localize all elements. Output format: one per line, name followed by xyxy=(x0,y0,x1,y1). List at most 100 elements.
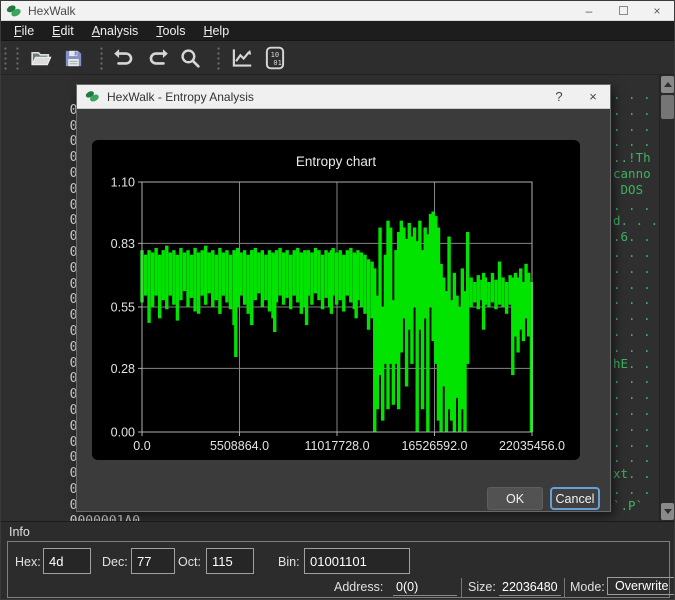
entropy-chart-panel: Entropy chart 0.000.280.550.831.100.0550… xyxy=(92,140,580,460)
mode-value: Overwrite xyxy=(607,577,675,595)
toolbar-grip-handle[interactable] xyxy=(99,46,104,70)
size-value: 22036480 xyxy=(499,580,561,596)
hex-field-label: Hex: xyxy=(15,555,41,569)
dialog-help-button[interactable]: ? xyxy=(542,85,576,109)
svg-text:5508864.0: 5508864.0 xyxy=(210,439,269,453)
minimize-button[interactable]: – xyxy=(572,1,606,20)
ascii-preview: . . . . xyxy=(613,134,661,150)
menu-help[interactable]: Help xyxy=(194,22,238,40)
bin-field[interactable] xyxy=(304,548,410,574)
status-bar: Address: 0(0) Size: 22036480 Mode: Overw… xyxy=(1,580,675,598)
app-window: HexWalk – × File Edit Analysis Tools Hel… xyxy=(0,0,675,600)
scroll-up-button[interactable] xyxy=(661,76,674,93)
search-icon xyxy=(178,46,203,71)
entropy-chart-button[interactable] xyxy=(228,45,255,72)
svg-text:22035456.0: 22035456.0 xyxy=(499,439,565,453)
menu-tools[interactable]: Tools xyxy=(147,22,194,40)
svg-text:16526592.0: 16526592.0 xyxy=(401,439,467,453)
ok-button[interactable]: OK xyxy=(487,487,543,510)
status-separator xyxy=(461,578,462,598)
ascii-preview: . . . . xyxy=(613,482,661,498)
ascii-preview: . . . . xyxy=(613,371,661,387)
dialog-close-button[interactable]: × xyxy=(576,85,610,109)
maximize-button[interactable] xyxy=(606,1,640,20)
ascii-preview: ..!Th xyxy=(613,150,651,166)
ascii-preview: . . . . xyxy=(613,387,661,403)
ascii-preview: . . . . xyxy=(613,292,661,308)
chart-icon xyxy=(229,45,255,71)
svg-text:0.55: 0.55 xyxy=(111,301,135,315)
svg-text:0.83: 0.83 xyxy=(111,237,135,251)
scrollbar-thumb[interactable] xyxy=(661,95,674,119)
ascii-preview: . . . . xyxy=(613,103,661,119)
ascii-preview: xt. . xyxy=(613,466,651,482)
svg-text:0.0: 0.0 xyxy=(133,439,150,453)
titlebar: HexWalk – × xyxy=(1,1,674,21)
ascii-preview: d. . . xyxy=(613,213,658,229)
ascii-preview: . . . . xyxy=(613,87,661,103)
maximize-icon xyxy=(619,6,628,15)
scroll-down-button[interactable] xyxy=(661,503,674,520)
ascii-preview: DOS xyxy=(613,182,651,198)
save-icon xyxy=(62,47,85,70)
window-title: HexWalk xyxy=(28,4,76,18)
size-label: Size: xyxy=(468,580,496,594)
ascii-preview: . . . . xyxy=(613,308,661,324)
dec-field-label: Dec: xyxy=(102,555,128,569)
undo-button[interactable] xyxy=(111,45,138,72)
svg-text:11017728.0: 11017728.0 xyxy=(304,439,369,453)
binary-icon: 10 01 xyxy=(262,45,288,71)
ascii-preview: . . . . xyxy=(613,435,661,451)
ascii-preview: `.P` xyxy=(613,498,643,514)
ascii-preview: .6. . xyxy=(613,229,651,245)
ascii-preview: . . . . xyxy=(613,245,661,261)
hex-row-last[interactable]: 0000001B02F 64 61 74 61 00 00 00 F0 79 0… xyxy=(7,513,660,521)
ascii-preview: . . . . xyxy=(613,403,661,419)
bin-field-label: Bin: xyxy=(278,555,300,569)
toolbar-grip-handle[interactable] xyxy=(216,46,221,70)
address-value: 0(0) xyxy=(393,580,457,596)
toolbar-grip-handle[interactable] xyxy=(15,46,20,70)
status-separator xyxy=(564,578,565,598)
ascii-preview: . . . . xyxy=(613,450,661,466)
menu-file[interactable]: File xyxy=(5,22,43,40)
undo-icon xyxy=(112,46,137,71)
menu-edit[interactable]: Edit xyxy=(43,22,83,40)
ascii-preview: . . . . xyxy=(613,261,661,277)
ascii-preview: . . . . xyxy=(613,340,661,356)
binary-view-button[interactable]: 10 01 xyxy=(261,45,288,72)
menu-analysis[interactable]: Analysis xyxy=(83,22,148,40)
hex-field[interactable] xyxy=(43,548,91,574)
scroll-down-icon xyxy=(664,509,672,514)
address-label: Address: xyxy=(334,580,383,594)
info-panel: Info Hex: Dec: Oct: Bin: Address: 0(0) S… xyxy=(1,521,675,600)
svg-text:01: 01 xyxy=(273,58,281,67)
svg-text:0.28: 0.28 xyxy=(111,362,135,376)
entropy-chart: Entropy chart 0.000.280.550.831.100.0550… xyxy=(92,140,580,460)
oct-field[interactable] xyxy=(206,548,254,574)
ascii-preview: hE. . xyxy=(613,356,651,372)
save-button[interactable] xyxy=(60,45,87,72)
info-panel-title: Info xyxy=(9,525,30,539)
dialog-title: HexWalk - Entropy Analysis xyxy=(107,90,254,104)
menubar: File Edit Analysis Tools Help xyxy=(1,21,674,41)
toolbar: 10 01 xyxy=(1,42,674,75)
dialog-logo-icon xyxy=(85,89,100,104)
ascii-preview: canno xyxy=(613,166,651,182)
open-file-button[interactable] xyxy=(27,45,54,72)
close-button[interactable]: × xyxy=(640,1,674,20)
chart-title: Entropy chart xyxy=(296,154,377,169)
ascii-preview: . . . . xyxy=(613,277,661,293)
redo-button[interactable] xyxy=(144,45,171,72)
dialog-titlebar[interactable]: HexWalk - Entropy Analysis ? × xyxy=(77,85,610,109)
oct-field-label: Oct: xyxy=(178,555,201,569)
scroll-up-icon xyxy=(664,82,672,87)
search-button[interactable] xyxy=(177,45,204,72)
svg-text:0.00: 0.00 xyxy=(111,426,135,440)
vertical-scrollbar[interactable] xyxy=(659,75,674,521)
ascii-preview: . . . . xyxy=(613,198,661,214)
mode-label: Mode: xyxy=(570,580,605,594)
cancel-button[interactable]: Cancel xyxy=(550,487,600,510)
toolbar-grip-handle[interactable] xyxy=(3,46,8,70)
dec-field[interactable] xyxy=(131,548,175,574)
